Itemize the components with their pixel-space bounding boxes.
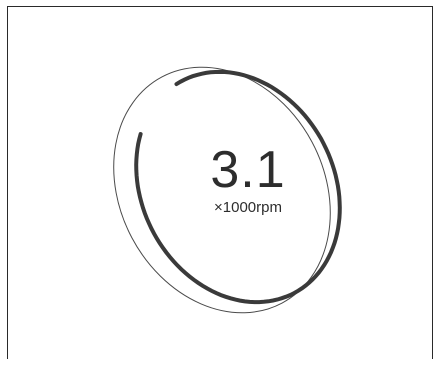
rpm-value: 3.1 [210,141,286,199]
rpm-unit-label: ×1000rpm [214,199,282,216]
